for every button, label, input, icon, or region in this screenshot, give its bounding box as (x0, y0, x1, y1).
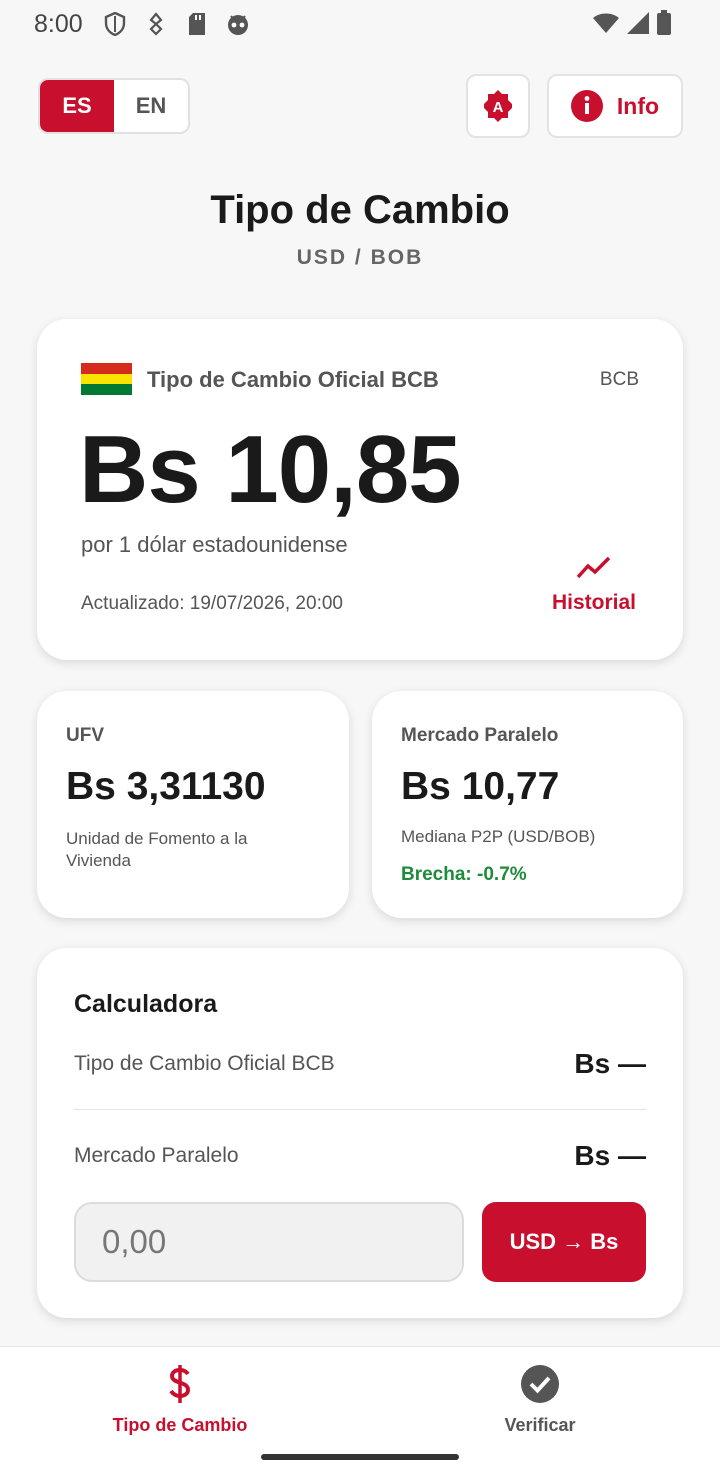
font-badge-icon: A (484, 90, 512, 122)
parallel-label: Mercado Paralelo (401, 725, 559, 746)
svg-text:A: A (493, 99, 504, 116)
shield-icon (103, 12, 127, 36)
ufv-label: UFV (66, 725, 104, 746)
status-right-icons (592, 10, 672, 36)
usb-debug-icon (144, 12, 168, 36)
calc-row-official: Tipo de Cambio Oficial BCB Bs — (74, 1048, 646, 1080)
android-head-icon (226, 12, 250, 36)
nav-tab-exchange-rate[interactable]: Tipo de Cambio (55, 1361, 305, 1436)
parallel-description: Mediana P2P (USD/BOB) (401, 827, 596, 846)
text-size-button[interactable]: A (466, 74, 530, 138)
official-rate-value: Bs 10,85 (79, 416, 462, 523)
nav-label: Tipo de Cambio (112, 1415, 248, 1435)
history-button[interactable]: Historial (549, 555, 639, 615)
battery-icon (657, 10, 671, 35)
divider (74, 1109, 646, 1110)
calc-row-parallel: Mercado Paralelo Bs — (74, 1140, 646, 1172)
official-rate-card: Tipo de Cambio Oficial BCB BCB Bs 10,85 … (37, 319, 683, 660)
official-rate-description: por 1 dólar estadounidense (81, 532, 348, 557)
dollar-icon (55, 1361, 305, 1407)
home-indicator[interactable] (261, 1454, 459, 1460)
parallel-gap-badge: Brecha: -0.7% (401, 864, 527, 885)
bolivia-flag-icon (81, 363, 132, 395)
page-subtitle: USD / BOB (296, 246, 424, 269)
parallel-market-card: Mercado Paralelo Bs 10,77 Mediana P2P (U… (372, 691, 683, 918)
official-rate-label: Tipo de Cambio Oficial BCB (147, 367, 439, 392)
updated-timestamp: Actualizado: 19/07/2026, 20:00 (81, 593, 343, 614)
calc-row-label: Tipo de Cambio Oficial BCB (74, 1052, 335, 1075)
trend-line-icon (576, 556, 611, 579)
official-rate-source: BCB (599, 369, 639, 390)
ufv-description: Unidad de Fomento a la Vivienda (66, 829, 248, 870)
calculator-card: Calculadora Tipo de Cambio Oficial BCB B… (37, 948, 683, 1318)
check-circle-icon (415, 1361, 665, 1407)
convert-direction-button[interactable]: USD → Bs (482, 1202, 646, 1282)
calc-row-label: Mercado Paralelo (74, 1144, 239, 1167)
lang-en-button[interactable]: EN (114, 80, 188, 132)
calc-row-value: Bs — (574, 1140, 646, 1171)
calculator-title: Calculadora (74, 990, 218, 1018)
status-time: 8:00 (34, 9, 83, 38)
info-button[interactable]: Info (547, 74, 683, 138)
signal-icon (627, 12, 649, 34)
info-icon (570, 90, 603, 122)
nav-tab-verify[interactable]: Verificar (415, 1361, 665, 1436)
language-toggle: ES EN (38, 78, 190, 134)
amount-input[interactable] (74, 1202, 464, 1282)
sd-card-icon (185, 12, 209, 36)
wifi-icon (593, 13, 619, 33)
history-label: Historial (551, 591, 637, 614)
parallel-value: Bs 10,77 (401, 765, 560, 808)
ufv-card: UFV Bs 3,31130 Unidad de Fomento a la Vi… (37, 691, 349, 918)
lang-es-button[interactable]: ES (40, 80, 114, 132)
status-bar: 8:00 (0, 0, 720, 48)
ufv-value: Bs 3,31130 (66, 765, 266, 808)
page-title: Tipo de Cambio (210, 188, 510, 232)
info-label: Info (616, 92, 660, 119)
calc-row-value: Bs — (574, 1048, 646, 1079)
nav-label: Verificar (504, 1415, 576, 1435)
